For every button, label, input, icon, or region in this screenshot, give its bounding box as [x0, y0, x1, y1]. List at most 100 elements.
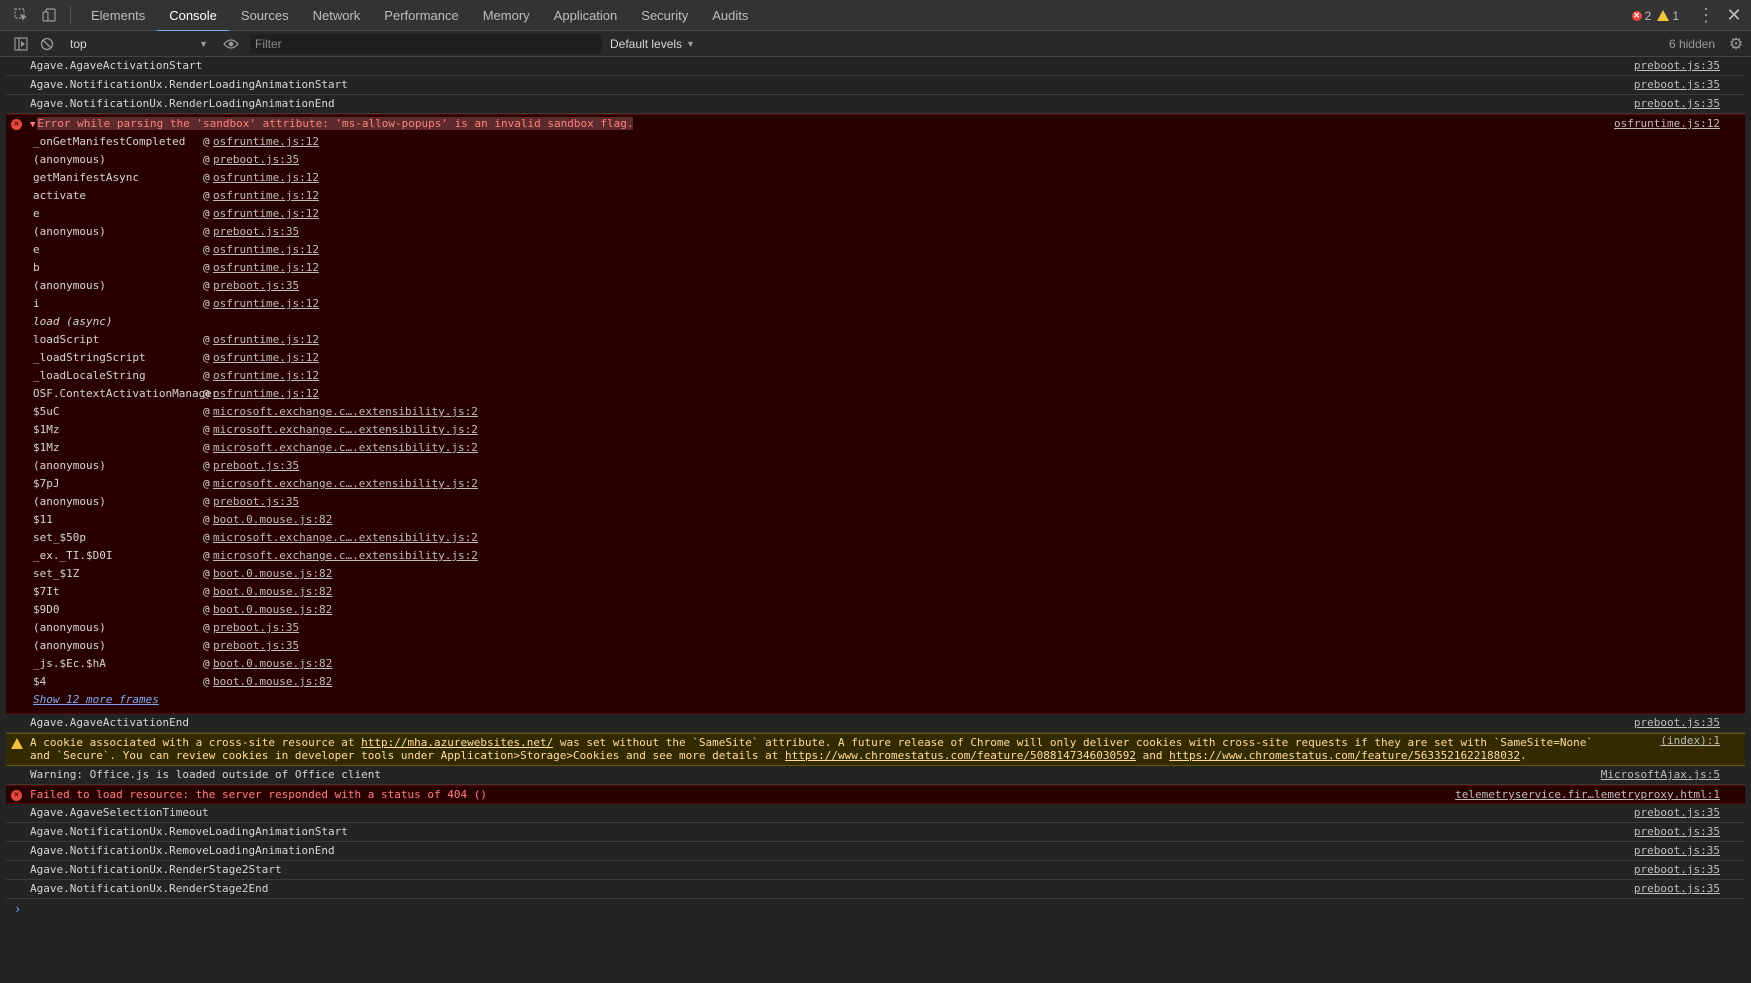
- source-link[interactable]: preboot.js:35: [1634, 714, 1720, 732]
- frame-function: (anonymous): [33, 225, 106, 238]
- filter-input[interactable]: [250, 33, 602, 54]
- source-link[interactable]: preboot.js:35: [1634, 95, 1720, 113]
- frame-at-sign: @: [203, 207, 210, 220]
- console-settings-gear-icon[interactable]: ⚙: [1727, 35, 1745, 53]
- stack-frame: _loadStringScript @ osfruntime.js:12: [6, 349, 1745, 367]
- tab-security[interactable]: Security: [629, 0, 700, 31]
- frame-function: $1Mz: [33, 423, 60, 436]
- source-link[interactable]: preboot.js:35: [1634, 823, 1720, 841]
- frame-source-link[interactable]: microsoft.exchange.c….extensibility.js:2: [213, 529, 478, 547]
- context-selector[interactable]: top ▼: [70, 34, 212, 54]
- source-link[interactable]: preboot.js:35: [1634, 842, 1720, 860]
- frame-function: $1Mz: [33, 441, 60, 454]
- frame-function: _loadStringScript: [33, 351, 146, 364]
- more-options-icon[interactable]: ⋮: [1695, 5, 1717, 26]
- frame-source-link[interactable]: preboot.js:35: [213, 457, 299, 475]
- log-message: Agave.NotificationUx.RenderStage2End preb…: [6, 880, 1745, 899]
- tab-performance[interactable]: Performance: [372, 0, 470, 31]
- source-link[interactable]: preboot.js:35: [1634, 804, 1720, 822]
- source-link[interactable]: preboot.js:35: [1634, 76, 1720, 94]
- expand-triangle-icon[interactable]: ▼: [30, 120, 35, 130]
- tab-memory[interactable]: Memory: [471, 0, 542, 31]
- frame-source-link[interactable]: osfruntime.js:12: [213, 133, 319, 151]
- messages-bottom: Agave.AgaveSelectionTimeout preboot.js:35…: [6, 804, 1745, 899]
- source-link[interactable]: MicrosoftAjax.js:5: [1601, 766, 1720, 784]
- frame-function: (anonymous): [33, 495, 106, 508]
- hidden-count: 6 hidden: [1668, 37, 1715, 51]
- cookie-warning-message: A cookie associated with a cross-site re…: [6, 733, 1745, 766]
- tab-application[interactable]: Application: [542, 0, 630, 31]
- show-more-frames-link[interactable]: Show 12 more frames: [6, 691, 1745, 709]
- log-levels-dropdown[interactable]: Default levels ▼: [610, 37, 695, 51]
- device-toolbar-icon[interactable]: [38, 4, 60, 26]
- source-link[interactable]: preboot.js:35: [1634, 880, 1720, 898]
- stack-frame: $1Mz @ microsoft.exchange.c….extensibility…: [6, 421, 1745, 439]
- levels-label: Default levels: [610, 36, 683, 51]
- frame-source-link[interactable]: microsoft.exchange.c….extensibility.js:2: [213, 475, 478, 493]
- frame-source-link[interactable]: osfruntime.js:12: [213, 259, 319, 277]
- frame-function: _js.$Ec.$hA: [33, 657, 106, 670]
- frame-source-link[interactable]: osfruntime.js:12: [213, 367, 319, 385]
- frame-source-link[interactable]: osfruntime.js:12: [213, 187, 319, 205]
- frame-source-link[interactable]: preboot.js:35: [213, 493, 299, 511]
- clear-console-icon[interactable]: [36, 33, 58, 55]
- log-message: Agave.NotificationUx.RenderLoadingAnimat…: [6, 95, 1745, 114]
- tab-elements[interactable]: Elements: [79, 0, 157, 31]
- frame-source-link[interactable]: osfruntime.js:12: [213, 349, 319, 367]
- tab-console[interactable]: Console: [157, 0, 229, 32]
- frame-function: loadScript: [33, 333, 100, 346]
- console-prompt[interactable]: ›: [6, 899, 1745, 919]
- error-text: Failed to load resource: the server resp…: [30, 788, 487, 801]
- frame-source-link[interactable]: boot.0.mouse.js:82: [213, 655, 332, 673]
- show-sidebar-icon[interactable]: [10, 33, 32, 55]
- error-source-link[interactable]: osfruntime.js:12: [1614, 115, 1720, 133]
- frame-source-link[interactable]: microsoft.exchange.c….extensibility.js:2: [213, 403, 478, 421]
- context-value: top: [70, 36, 87, 51]
- frame-at-sign: @: [203, 585, 210, 598]
- source-link[interactable]: (index):1: [1660, 734, 1720, 747]
- warning-link-2[interactable]: https://www.chromestatus.com/feature/508…: [785, 749, 1136, 762]
- tab-audits[interactable]: Audits: [700, 0, 760, 31]
- frame-source-link[interactable]: microsoft.exchange.c….extensibility.js:2: [213, 547, 478, 565]
- frame-source-link[interactable]: preboot.js:35: [213, 151, 299, 169]
- live-expression-eye-icon[interactable]: [220, 34, 242, 54]
- frame-source-link[interactable]: osfruntime.js:12: [213, 169, 319, 187]
- frame-at-sign: @: [203, 603, 210, 616]
- tab-sources[interactable]: Sources: [229, 0, 301, 31]
- frame-source-link[interactable]: osfruntime.js:12: [213, 331, 319, 349]
- stack-frame: (anonymous) @ preboot.js:35: [6, 277, 1745, 295]
- frame-source-link[interactable]: preboot.js:35: [213, 619, 299, 637]
- frame-source-link[interactable]: boot.0.mouse.js:82: [213, 565, 332, 583]
- frame-source-link[interactable]: boot.0.mouse.js:82: [213, 601, 332, 619]
- frame-source-link[interactable]: boot.0.mouse.js:82: [213, 673, 332, 691]
- frame-source-link[interactable]: preboot.js:35: [213, 223, 299, 241]
- frame-source-link[interactable]: preboot.js:35: [213, 277, 299, 295]
- frame-source-link[interactable]: osfruntime.js:12: [213, 241, 319, 259]
- frame-source-link[interactable]: preboot.js:35: [213, 637, 299, 655]
- warning-link-3[interactable]: https://www.chromestatus.com/feature/563…: [1169, 749, 1520, 762]
- inspect-element-icon[interactable]: [10, 4, 32, 26]
- frame-source-link[interactable]: microsoft.exchange.c….extensibility.js:2: [213, 421, 478, 439]
- panel-tabs: Elements Console Sources Network Performance…: [79, 0, 760, 32]
- frame-source-link[interactable]: boot.0.mouse.js:82: [213, 583, 332, 601]
- warning-count-badge[interactable]: 1: [1657, 9, 1679, 23]
- log-message: Agave.AgaveActivationEnd preboot.js:35: [6, 714, 1745, 733]
- source-link[interactable]: preboot.js:35: [1634, 57, 1720, 75]
- close-devtools-icon[interactable]: ✕: [1723, 5, 1745, 26]
- frame-source-link[interactable]: microsoft.exchange.c….extensibility.js:2: [213, 439, 478, 457]
- frame-source-link[interactable]: osfruntime.js:12: [213, 205, 319, 223]
- frame-source-link[interactable]: osfruntime.js:12: [213, 385, 319, 403]
- warning-link-1[interactable]: http://mha.azurewebsites.net/: [361, 736, 553, 749]
- error-count-badge[interactable]: ✕ 2: [1631, 9, 1651, 23]
- error-header[interactable]: ▼ Error while parsing the 'sandbox' attri…: [6, 115, 1745, 133]
- tab-network[interactable]: Network: [301, 0, 373, 31]
- frame-at-sign: @: [203, 153, 210, 166]
- frame-at-sign: @: [203, 477, 210, 490]
- stack-frame: set_$50p @ microsoft.exchange.c….extensibi…: [6, 529, 1745, 547]
- source-link[interactable]: telemetryservice.fir…lemetryproxy.html:1: [1455, 786, 1720, 804]
- frame-source-link[interactable]: boot.0.mouse.js:82: [213, 511, 332, 529]
- frame-at-sign: @: [203, 189, 210, 202]
- source-link[interactable]: preboot.js:35: [1634, 861, 1720, 879]
- frame-source-link[interactable]: osfruntime.js:12: [213, 295, 319, 313]
- stack-frame: (anonymous) @ preboot.js:35: [6, 619, 1745, 637]
